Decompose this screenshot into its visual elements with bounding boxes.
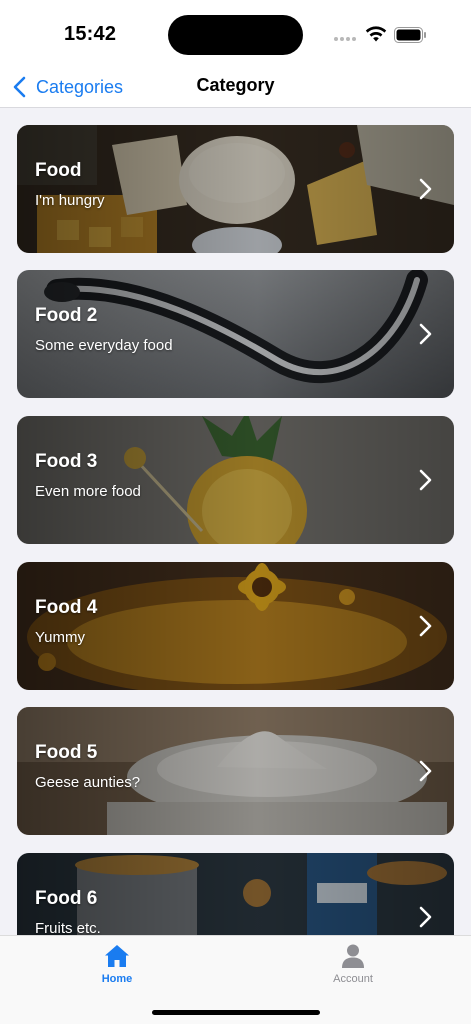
person-icon [342, 944, 364, 968]
dynamic-island [168, 15, 303, 55]
category-subtitle: I'm hungry [35, 192, 105, 209]
category-card[interactable]: Food I'm hungry [17, 125, 454, 253]
wifi-icon [365, 26, 387, 42]
category-subtitle: Some everyday food [35, 337, 173, 354]
page-title: Category [196, 75, 275, 95]
status-time: 15:42 [64, 23, 117, 45]
battery-icon [394, 27, 426, 43]
chevron-right-icon [419, 323, 432, 345]
category-card[interactable]: Food 2 Some everyday food [17, 270, 454, 398]
chevron-right-icon [419, 760, 432, 782]
category-title: Food 4 [35, 597, 98, 618]
category-card[interactable]: Food 3 Even more food [17, 416, 454, 544]
tab-home-label: Home [101, 973, 133, 985]
navigation-bar: Categories Category [0, 66, 471, 108]
house-icon [105, 945, 129, 967]
chevron-right-icon [419, 178, 432, 200]
category-card[interactable]: Food 5 Geese aunties? [17, 707, 454, 835]
chevron-right-icon [419, 615, 432, 637]
signal-icon [334, 37, 358, 43]
category-title: Food 6 [35, 888, 98, 909]
home-indicator [152, 1010, 320, 1015]
category-title: Food 2 [35, 305, 98, 326]
category-title: Food 5 [35, 742, 98, 763]
tab-account-label: Account [333, 973, 373, 985]
category-list[interactable]: Food I'm hungry Food 2 Some everyday foo… [0, 108, 471, 935]
category-title: Food 3 [35, 451, 98, 472]
category-card[interactable]: Food 4 Yummy [17, 562, 454, 690]
category-subtitle: Yummy [35, 629, 86, 646]
category-subtitle: Even more food [35, 483, 141, 500]
tab-account[interactable]: Account [303, 942, 403, 994]
category-subtitle: Fruits etc. [35, 920, 101, 935]
tab-home[interactable]: Home [67, 942, 167, 994]
category-subtitle: Geese aunties? [35, 774, 141, 791]
chevron-right-icon [419, 906, 432, 928]
category-card[interactable]: Food 6 Fruits etc. [17, 853, 454, 935]
status-bar: 15:42 [0, 0, 471, 66]
chevron-right-icon [419, 469, 432, 491]
category-title: Food [35, 160, 82, 181]
